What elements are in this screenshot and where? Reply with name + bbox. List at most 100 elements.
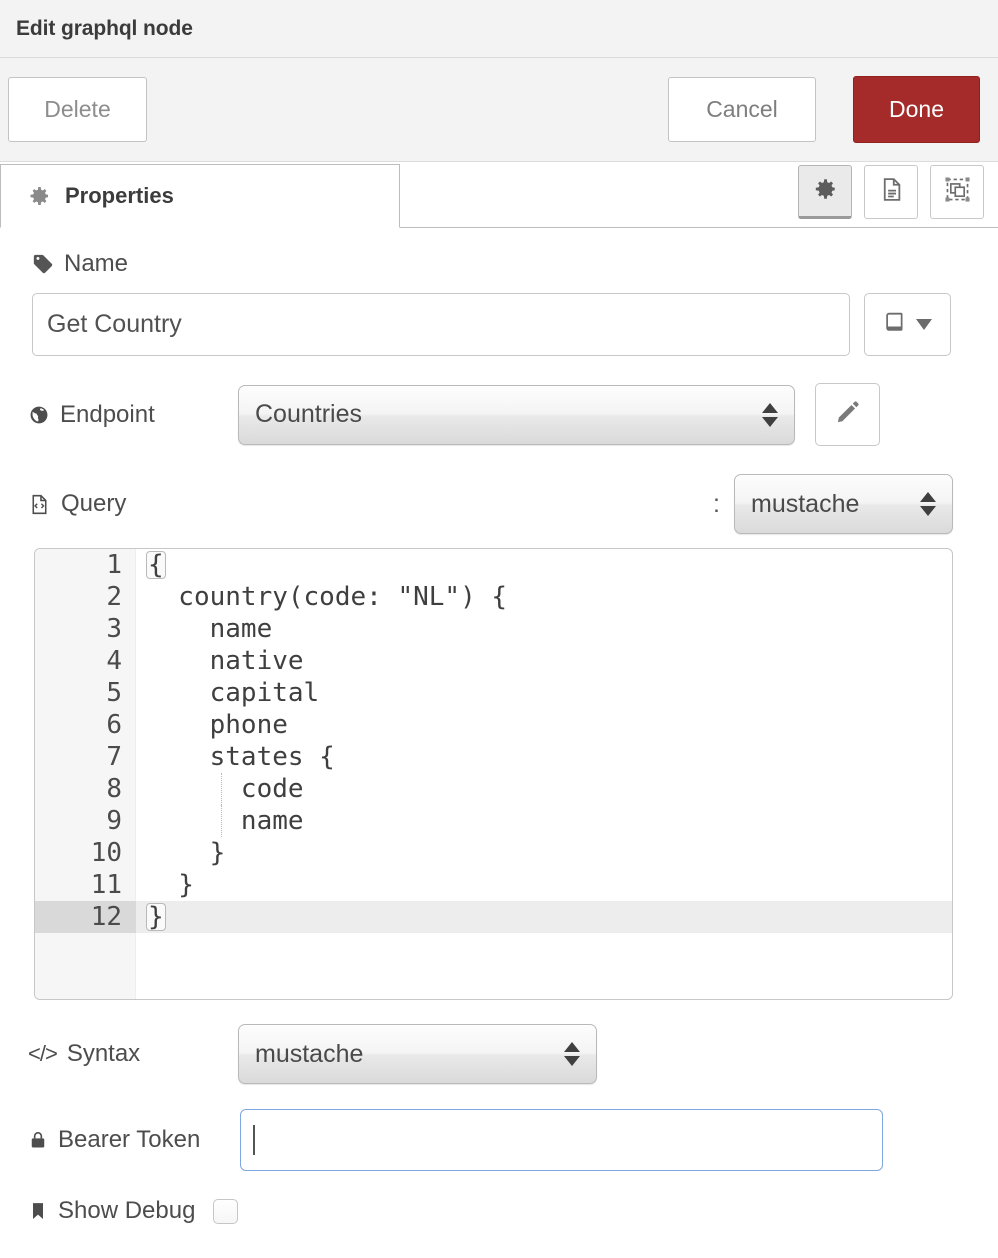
object-frame-icon — [943, 175, 972, 209]
page-title: Edit graphql node — [16, 16, 193, 40]
editor-line[interactable]: 9 name — [35, 805, 952, 837]
endpoint-label: Endpoint — [28, 401, 238, 429]
name-field-group: Name — [0, 228, 998, 356]
stepper-arrows-icon — [564, 1042, 580, 1066]
editor-line-number: 6 — [106, 710, 122, 740]
appearance-panel-button[interactable] — [930, 165, 984, 219]
endpoint-select[interactable]: Countries — [238, 384, 795, 445]
editor-line[interactable]: 3 name — [35, 613, 952, 645]
bearer-token-input[interactable] — [240, 1109, 883, 1171]
editor-line-number: 8 — [106, 774, 122, 804]
show-debug-checkbox[interactable] — [213, 1198, 239, 1224]
tab-label: Properties — [65, 183, 174, 208]
book-icon — [883, 309, 909, 340]
editor-line-number: 3 — [106, 614, 122, 644]
editor-line[interactable]: 8 code — [35, 773, 952, 805]
editor-line-number: 11 — [90, 870, 122, 900]
editor-line-text: code — [147, 774, 304, 804]
tab-bar: Properties — [0, 162, 998, 228]
gear-icon — [27, 184, 51, 208]
editor-line-text: } — [147, 870, 194, 900]
syntax-select-value: mustache — [255, 1039, 364, 1068]
panel-switcher-group — [798, 165, 984, 219]
properties-panel-button[interactable] — [798, 165, 852, 219]
query-format-separator: : — [713, 489, 720, 518]
text-cursor — [253, 1125, 255, 1155]
editor-line-number: 1 — [106, 550, 122, 580]
editor-line-text: name — [147, 806, 304, 836]
done-button[interactable]: Done — [853, 76, 980, 143]
edit-endpoint-button[interactable] — [815, 383, 880, 446]
editor-line-text: } — [136, 901, 166, 933]
syntax-field-group: </> Syntax mustache — [0, 1000, 998, 1084]
editor-line[interactable]: 6 phone — [35, 709, 952, 741]
primary-actions-group: Cancel Done — [668, 76, 990, 143]
stepper-arrows-icon — [920, 492, 936, 516]
document-icon — [878, 176, 905, 208]
editor-code-area[interactable]: 1{2 country(code: "NL") {3 name 4 native 5… — [35, 549, 952, 933]
query-label-text: Query — [61, 490, 127, 517]
editor-line[interactable]: 4 native — [35, 645, 952, 677]
editor-line[interactable]: 1{ — [35, 549, 952, 581]
name-label: Name — [32, 250, 998, 278]
code-tag-icon: </> — [28, 1041, 58, 1066]
syntax-label: </> Syntax — [28, 1040, 238, 1068]
bearer-token-field-group: Bearer Token — [0, 1084, 998, 1171]
matching-bracket-highlight: { — [146, 550, 166, 580]
stepper-arrows-icon — [762, 402, 778, 427]
name-label-text: Name — [64, 250, 129, 277]
editor-line[interactable]: 2 country(code: "NL") { — [35, 581, 952, 613]
globe-icon — [28, 404, 50, 426]
editor-line-text: { — [136, 549, 166, 581]
editor-line-number: 7 — [106, 742, 122, 772]
editor-line[interactable]: 12} — [35, 901, 952, 933]
editor-line-number: 10 — [90, 838, 122, 868]
tag-icon — [32, 253, 54, 275]
pencil-icon — [835, 399, 861, 430]
editor-line-text: states { — [147, 742, 335, 772]
editor-line-text: name — [147, 614, 273, 644]
cancel-button[interactable]: Cancel — [668, 77, 816, 142]
show-debug-field-group: Show Debug — [0, 1171, 998, 1225]
bearer-token-label-text: Bearer Token — [58, 1126, 201, 1153]
editor-line-number: 5 — [106, 678, 122, 708]
lock-icon — [28, 1129, 48, 1151]
query-field-header: Query : mustache — [0, 446, 998, 534]
show-debug-label: Show Debug — [28, 1197, 195, 1225]
editor-line-number: 9 — [106, 806, 122, 836]
gear-icon — [812, 176, 838, 207]
editor-line[interactable]: 11 } — [35, 869, 952, 901]
tab-properties[interactable]: Properties — [0, 164, 400, 228]
endpoint-field-group: Endpoint Countries — [0, 356, 998, 446]
chevron-down-icon — [916, 319, 932, 330]
query-code-editor[interactable]: 1{2 country(code: "NL") {3 name 4 native 5… — [34, 548, 953, 1000]
editor-line-number: 12 — [35, 901, 136, 933]
editor-line-text: capital — [147, 678, 320, 708]
name-input[interactable] — [32, 293, 850, 356]
syntax-label-text: Syntax — [66, 1040, 141, 1067]
editor-line[interactable]: 5 capital — [35, 677, 952, 709]
properties-form: Name Endpoint — [0, 228, 998, 1225]
name-presets-button[interactable] — [864, 293, 951, 356]
endpoint-select-value: Countries — [255, 400, 362, 428]
query-label: Query — [28, 490, 126, 518]
name-input-row — [32, 293, 998, 356]
endpoint-label-text: Endpoint — [60, 400, 155, 428]
matching-bracket-highlight: } — [146, 902, 166, 932]
editor-line-text: native — [147, 646, 304, 676]
dialog-action-bar: Delete Cancel Done — [0, 58, 998, 162]
editor-line[interactable]: 7 states { — [35, 741, 952, 773]
query-format-select[interactable]: mustache — [734, 474, 953, 534]
dialog-title-bar: Edit graphql node — [0, 0, 998, 58]
delete-button[interactable]: Delete — [8, 77, 147, 142]
bearer-token-label: Bearer Token — [28, 1126, 240, 1154]
editor-line[interactable]: 10 } — [35, 837, 952, 869]
syntax-select[interactable]: mustache — [238, 1024, 597, 1084]
description-panel-button[interactable] — [864, 165, 918, 219]
bookmark-icon — [28, 1199, 48, 1223]
editor-line-text: phone — [147, 710, 288, 740]
query-format-value: mustache — [751, 489, 860, 518]
show-debug-label-text: Show Debug — [58, 1197, 196, 1224]
editor-line-number: 2 — [106, 582, 122, 612]
file-code-icon — [28, 493, 51, 516]
